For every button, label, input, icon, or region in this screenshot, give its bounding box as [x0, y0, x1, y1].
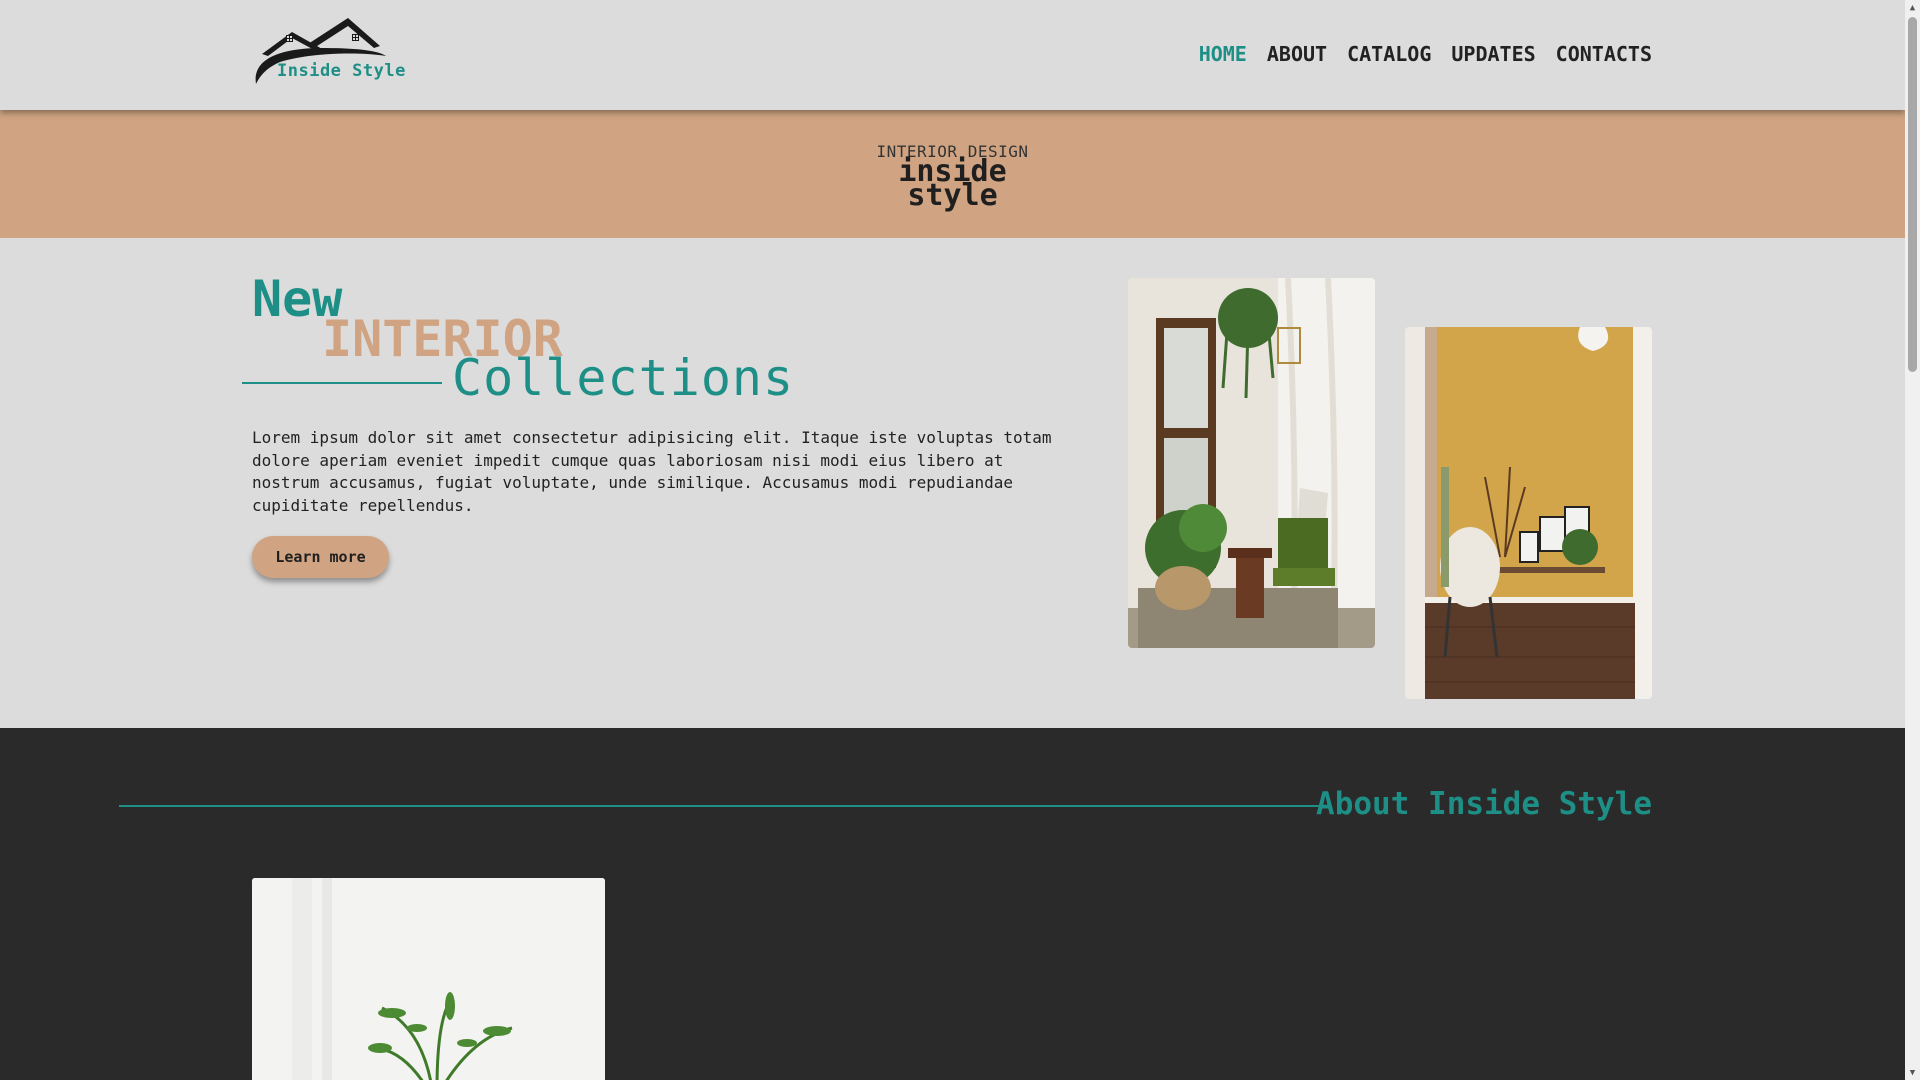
nav-contacts[interactable]: CONTACTS — [1556, 42, 1652, 66]
scroll-down-icon[interactable]: ▼ — [1905, 1065, 1920, 1080]
about-divider — [119, 805, 1319, 807]
hero-title-collections: Collections — [452, 349, 795, 407]
site-header: Inside Style HOME ABOUT CATALOG UPDATES … — [0, 0, 1905, 110]
nav-catalog[interactable]: CATALOG — [1347, 42, 1431, 66]
scroll-up-icon[interactable]: ▲ — [1905, 0, 1920, 15]
page: Inside Style HOME ABOUT CATALOG UPDATES … — [0, 0, 1905, 1080]
banner-brand-line2: style — [907, 178, 998, 213]
main-nav: HOME ABOUT CATALOG UPDATES CONTACTS — [1199, 42, 1652, 66]
hero-description: Lorem ipsum dolor sit amet consectetur a… — [252, 428, 1052, 515]
interior-photo-yellow-room — [1405, 327, 1652, 699]
learn-more-button[interactable]: Learn more — [252, 536, 389, 578]
about-title: About Inside Style — [1316, 786, 1652, 822]
interior-photo-mirror — [1128, 278, 1375, 648]
nav-home[interactable]: HOME — [1199, 42, 1247, 66]
about-section: About Inside Style — [0, 728, 1905, 1080]
hero-title-divider — [242, 382, 442, 384]
nav-updates[interactable]: UPDATES — [1451, 42, 1535, 66]
nav-about[interactable]: ABOUT — [1267, 42, 1327, 66]
scrollbar-thumb[interactable] — [1908, 17, 1917, 372]
brand-banner: INTERIOR DESIGN inside style — [0, 110, 1905, 238]
hero-section: New INTERIOR Collections Lorem ipsum dol… — [0, 238, 1905, 728]
logo-text[interactable]: Inside Style — [277, 61, 406, 81]
page-scrollbar[interactable]: ▲ ▼ — [1905, 0, 1920, 1080]
about-photo-plant — [252, 878, 605, 1080]
